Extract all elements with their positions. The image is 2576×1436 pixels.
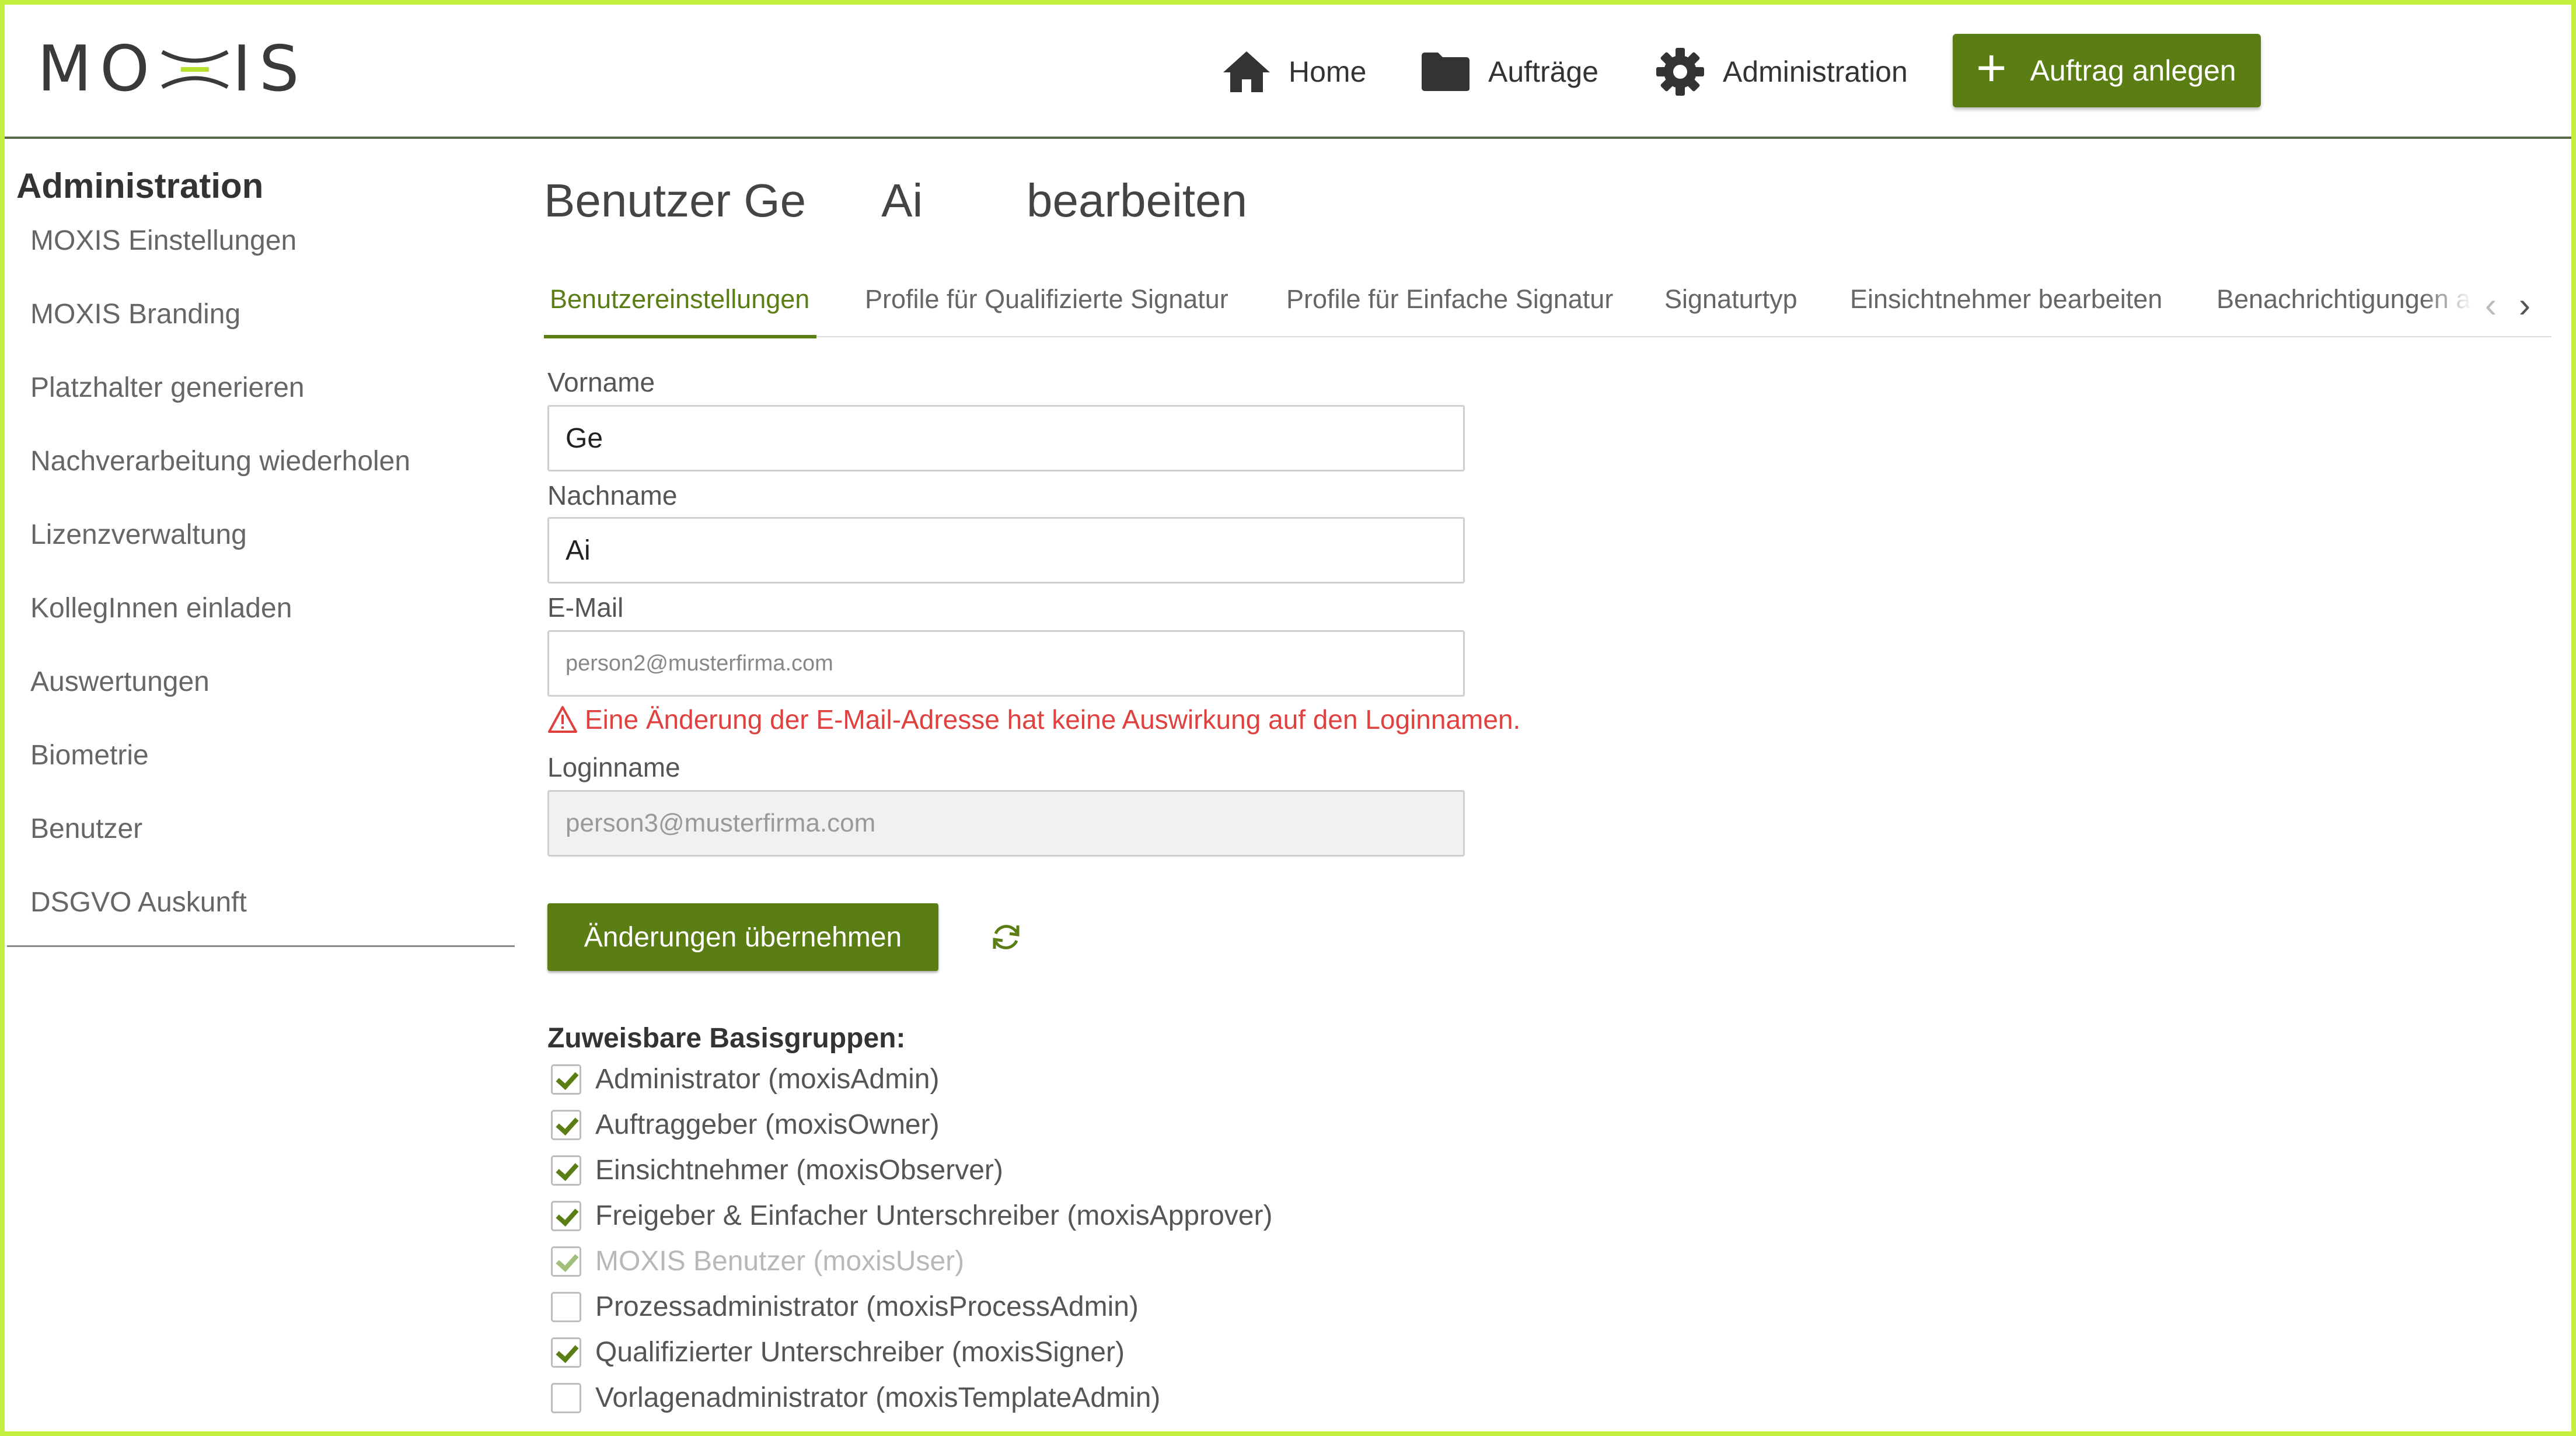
checkbox[interactable] xyxy=(551,1291,581,1322)
tab-benutzereinstellungen[interactable]: Benutzereinstellungen xyxy=(543,279,817,338)
plus-icon: + xyxy=(1976,39,2007,97)
logo-x-icon xyxy=(160,40,230,99)
page-title: Benutzer Ge Ai bearbeiten xyxy=(544,174,1248,226)
checkbox[interactable] xyxy=(551,1109,581,1140)
tab-bar: Benutzereinstellungen Profile für Qualif… xyxy=(543,279,2551,338)
group-einsichtnehmer[interactable]: Einsichtnehmer (moxisObserver) xyxy=(551,1154,1003,1186)
group-qualifizierter-unterschreiber[interactable]: Qualifizierter Unterschreiber (moxisSign… xyxy=(551,1336,1125,1368)
sidebar-item-platzhalter[interactable]: Platzhalter generieren xyxy=(30,373,515,447)
tab-einsichtnehmer[interactable]: Einsichtnehmer bearbeiten xyxy=(1850,279,2162,337)
auftrag-anlegen-button[interactable]: + Auftrag anlegen xyxy=(1953,34,2261,107)
nav-home-link[interactable]: Home xyxy=(1222,50,1366,93)
sidebar-divider xyxy=(7,945,515,947)
app-frame: MO IS Home Aufträge Administration + Auf… xyxy=(0,0,2576,1436)
tab-scroll-left-icon[interactable]: ‹ xyxy=(2485,285,2497,325)
lastname-label: Nachname xyxy=(547,480,678,511)
folder-icon xyxy=(1422,53,1469,91)
logo-text-right: IS xyxy=(232,33,308,106)
sidebar-title: Administration xyxy=(16,166,264,205)
logo-text-left: MO xyxy=(37,33,158,106)
group-administrator[interactable]: Administrator (moxisAdmin) xyxy=(551,1063,939,1095)
group-prozessadministrator[interactable]: Prozessadministrator (moxisProcessAdmin) xyxy=(551,1291,1139,1323)
checkbox[interactable] xyxy=(551,1155,581,1186)
tab-signaturtyp[interactable]: Signaturtyp xyxy=(1664,279,1797,337)
sidebar-item-benutzer[interactable]: Benutzer xyxy=(30,815,515,888)
sidebar-menu: MOXIS Einstellungen MOXIS Branding Platz… xyxy=(30,226,515,962)
group-moxis-benutzer: MOXIS Benutzer (moxisUser) xyxy=(551,1245,964,1277)
firstname-label: Vorname xyxy=(547,367,655,397)
sidebar-item-kolleginnen[interactable]: KollegInnen einladen xyxy=(30,594,515,668)
gear-icon xyxy=(1656,48,1704,96)
email-warning: Eine Änderung der E-Mail-Adresse hat kei… xyxy=(547,704,1520,735)
group-auftraggeber[interactable]: Auftraggeber (moxisOwner) xyxy=(551,1109,940,1141)
email-label: E-Mail xyxy=(547,592,624,623)
sidebar-item-nachverarbeitung[interactable]: Nachverarbeitung wiederholen xyxy=(30,447,515,520)
email-input[interactable] xyxy=(547,630,1465,697)
group-freigeber[interactable]: Freigeber & Einfacher Unterschreiber (mo… xyxy=(551,1200,1272,1232)
lastname-input[interactable] xyxy=(547,517,1465,584)
sidebar-item-moxis-branding[interactable]: MOXIS Branding xyxy=(30,300,515,373)
refresh-icon[interactable] xyxy=(989,920,1024,958)
sidebar-item-dsgvo[interactable]: DSGVO Auskunft xyxy=(30,888,515,962)
checkbox[interactable] xyxy=(551,1382,581,1413)
moxis-logo[interactable]: MO IS xyxy=(37,37,308,102)
sidebar-item-lizenzverwaltung[interactable]: Lizenzverwaltung xyxy=(30,520,515,594)
login-input xyxy=(547,790,1465,857)
sidebar-item-auswertungen[interactable]: Auswertungen xyxy=(30,668,515,741)
login-label: Loginname xyxy=(547,752,680,782)
checkbox[interactable] xyxy=(551,1064,581,1095)
firstname-input[interactable] xyxy=(547,405,1465,471)
tab-profile-einfach[interactable]: Profile für Einfache Signatur xyxy=(1286,279,1613,337)
checkbox[interactable] xyxy=(551,1337,581,1368)
groups-title: Zuweisbare Basisgruppen: xyxy=(547,1023,906,1054)
apply-changes-button[interactable]: Änderungen übernehmen xyxy=(547,903,938,971)
nav-auftraege[interactable]: Aufträge xyxy=(1420,40,1598,104)
checkbox[interactable] xyxy=(551,1200,581,1231)
top-header: MO IS Home Aufträge Administration + Auf… xyxy=(5,5,2571,139)
checkbox xyxy=(551,1246,581,1277)
home-icon xyxy=(1223,51,1270,92)
tab-benachrichtigungen[interactable]: Benachrichtigungen a xyxy=(2217,279,2473,337)
tab-scroll-right-icon[interactable]: › xyxy=(2519,285,2530,325)
nav-home[interactable]: Home xyxy=(1222,40,1366,104)
warning-icon xyxy=(548,706,577,733)
nav-administration[interactable]: Administration xyxy=(1655,40,1908,104)
sidebar-item-moxis-einstellungen[interactable]: MOXIS Einstellungen xyxy=(30,226,515,300)
tab-profile-qualifiziert[interactable]: Profile für Qualifizierte Signatur xyxy=(865,279,1228,337)
nav-administration-link[interactable]: Administration xyxy=(1655,47,1908,97)
sidebar-item-biometrie[interactable]: Biometrie xyxy=(30,741,515,815)
group-vorlagenadministrator[interactable]: Vorlagenadministrator (moxisTemplateAdmi… xyxy=(551,1382,1160,1414)
nav-auftraege-link[interactable]: Aufträge xyxy=(1420,51,1598,92)
